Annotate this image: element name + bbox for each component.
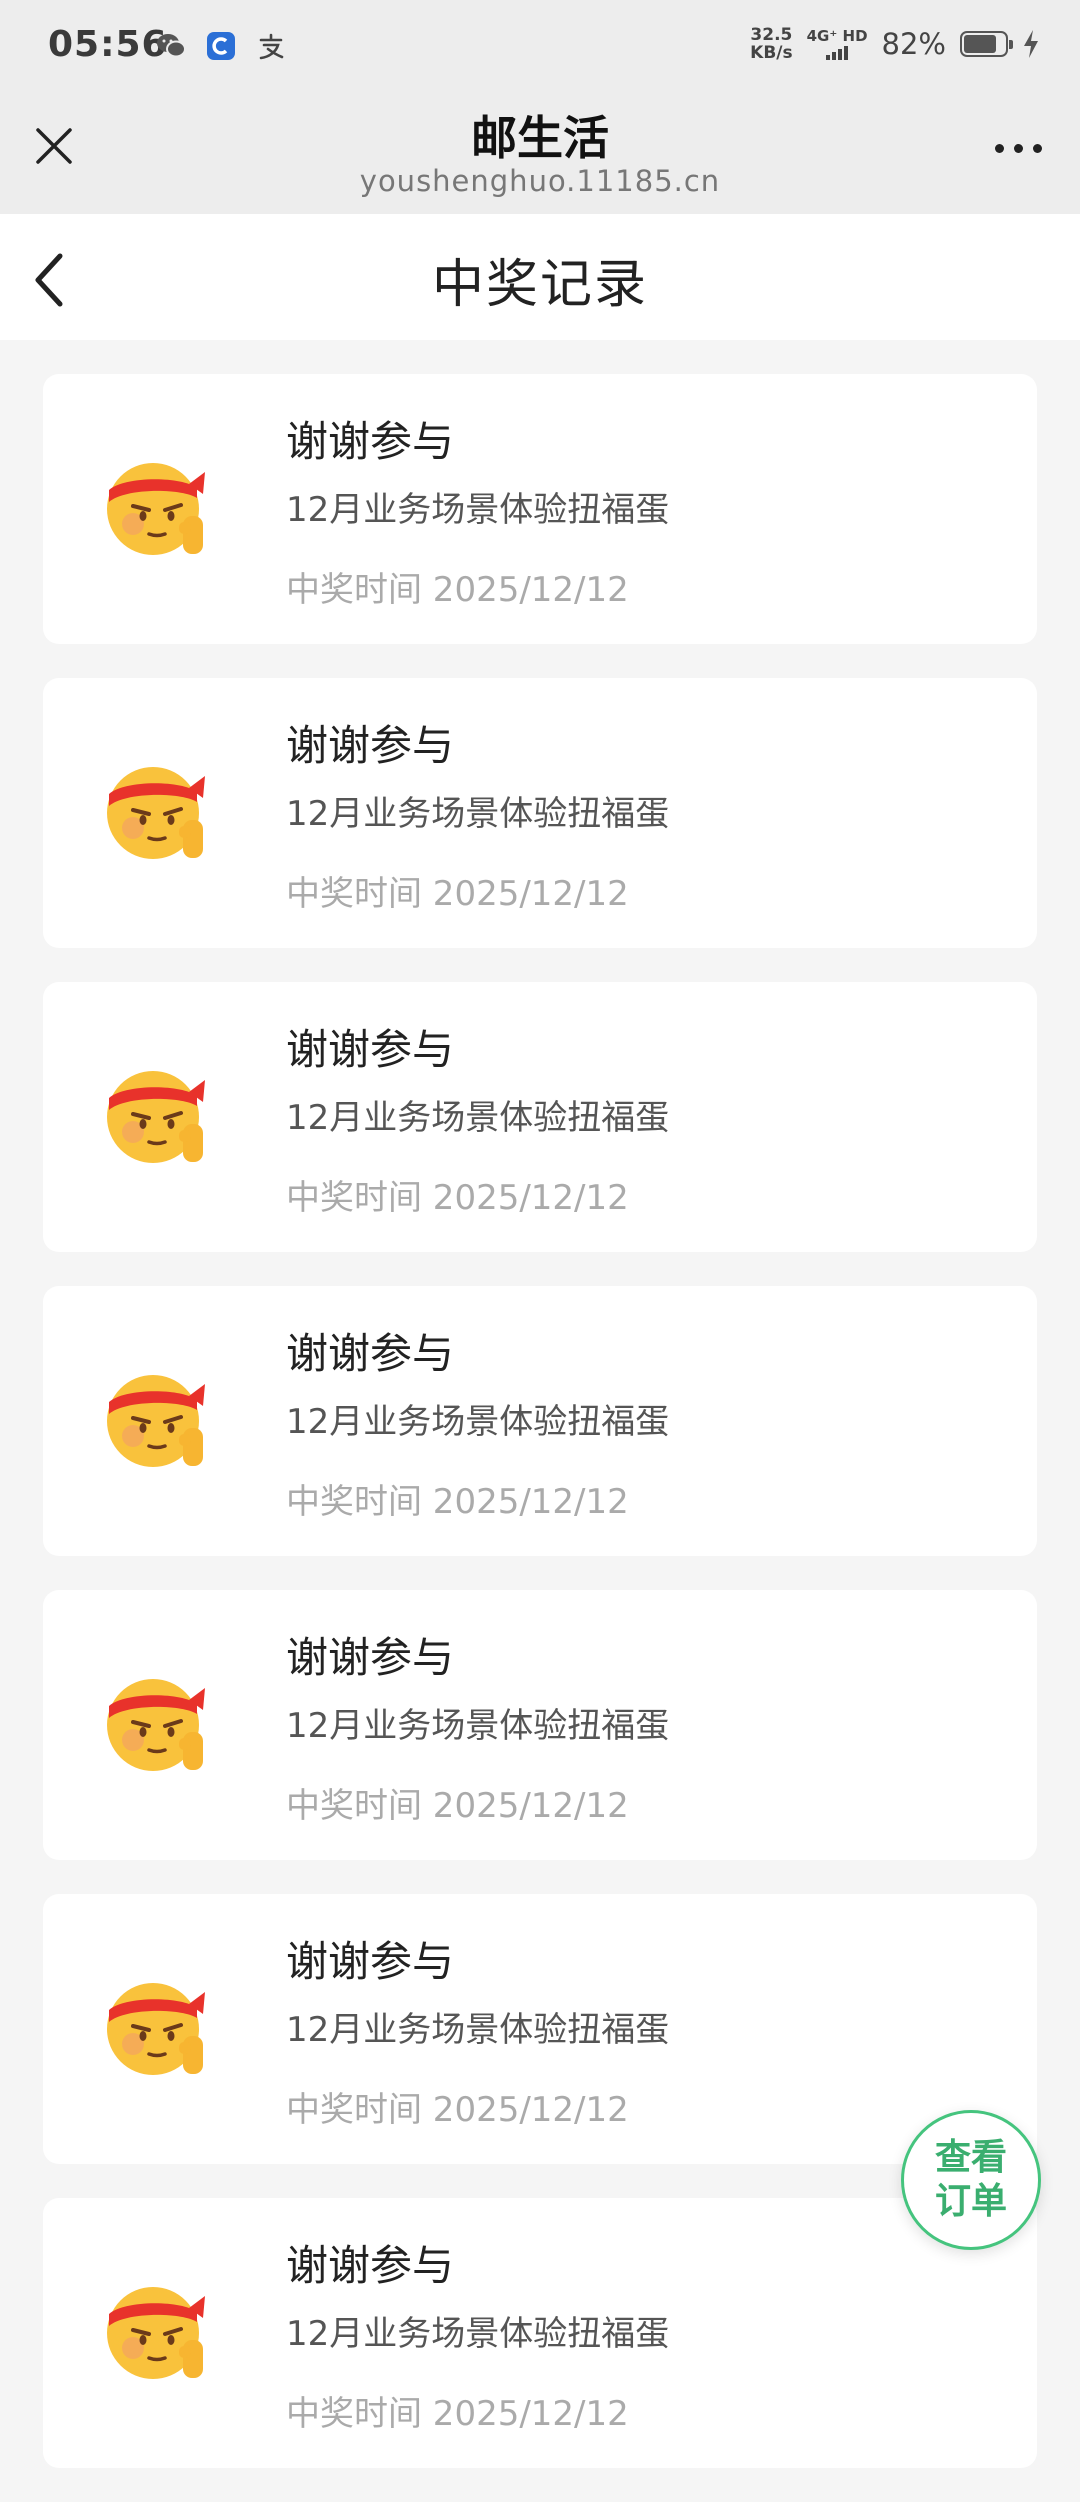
battery-fill: [964, 35, 997, 53]
prize-name: 谢谢参与: [286, 1937, 455, 1986]
browser-c-icon: [205, 30, 237, 62]
alipay-icon: [255, 30, 287, 62]
more-dot-icon: [1032, 143, 1042, 153]
status-bar: 05:56 32.5 KB/s 4G⁺ HD 82%: [0, 0, 1080, 100]
activity-name: 12月业务场景体验扭福蛋: [286, 2314, 670, 2354]
prize-name: 谢谢参与: [286, 2241, 455, 2290]
more-dot-icon: [1013, 143, 1023, 153]
mini-program-header: 邮生活 youshenghuo.11185.cn: [0, 100, 1080, 214]
prize-name: 谢谢参与: [286, 721, 455, 770]
fighting-emoji-icon: [107, 2287, 205, 2379]
net-speed: 32.5 KB/s: [750, 26, 792, 62]
activity-name: 12月业务场景体验扭福蛋: [286, 794, 670, 834]
prize-name: 谢谢参与: [286, 1633, 455, 1682]
mini-program-title: 邮生活: [471, 111, 609, 165]
view-orders-label-line1: 查看: [934, 2137, 1007, 2178]
prize-name: 谢谢参与: [286, 1329, 455, 1378]
view-orders-label-line2: 订单: [934, 2181, 1007, 2222]
fighting-emoji-icon: [107, 1983, 205, 2075]
record-card[interactable]: 谢谢参与 12月业务场景体验扭福蛋 中奖时间 2025/12/12: [43, 678, 1037, 948]
activity-name: 12月业务场景体验扭福蛋: [286, 1402, 670, 1442]
record-card[interactable]: 谢谢参与 12月业务场景体验扭福蛋 中奖时间 2025/12/12: [43, 374, 1037, 644]
status-right-group: 32.5 KB/s 4G⁺ HD 82%: [750, 26, 1040, 62]
activity-name: 12月业务场景体验扭福蛋: [286, 1098, 670, 1138]
win-time: 中奖时间 2025/12/12: [286, 874, 629, 914]
fighting-emoji-icon: [107, 767, 205, 859]
win-time: 中奖时间 2025/12/12: [286, 570, 629, 610]
signal-indicator: 4G⁺ HD: [807, 28, 868, 60]
fighting-emoji-icon: [107, 463, 205, 555]
battery-percent: 82%: [881, 27, 946, 61]
network-type: 4G⁺ HD: [806, 27, 868, 45]
charging-bolt-icon: [1024, 30, 1038, 58]
record-card[interactable]: 谢谢参与 12月业务场景体验扭福蛋 中奖时间 2025/12/12: [43, 1590, 1037, 1860]
page-title: 中奖记录: [431, 255, 648, 315]
prize-name: 谢谢参与: [286, 1025, 455, 1074]
win-time: 中奖时间 2025/12/12: [286, 2090, 629, 2130]
net-speed-unit: KB/s: [750, 43, 793, 63]
status-time: 05:56: [48, 24, 168, 65]
mini-program-url: youshenghuo.11185.cn: [359, 164, 721, 198]
more-dot-icon: [994, 143, 1004, 153]
fighting-emoji-icon: [107, 1679, 205, 1771]
record-list: 谢谢参与 12月业务场景体验扭福蛋 中奖时间 2025/12/12 谢谢参与 1…: [43, 374, 1037, 2502]
win-time: 中奖时间 2025/12/12: [286, 1786, 629, 1826]
win-time: 中奖时间 2025/12/12: [286, 2394, 629, 2434]
win-time: 中奖时间 2025/12/12: [286, 1178, 629, 1218]
battery-icon: [960, 31, 1013, 57]
record-card[interactable]: 谢谢参与 12月业务场景体验扭福蛋 中奖时间 2025/12/12: [43, 1894, 1037, 2164]
activity-name: 12月业务场景体验扭福蛋: [286, 490, 670, 530]
prize-name: 谢谢参与: [286, 417, 455, 466]
record-card[interactable]: 谢谢参与 12月业务场景体验扭福蛋 中奖时间 2025/12/12: [43, 982, 1037, 1252]
net-speed-value: 32.5: [750, 25, 793, 45]
win-time: 中奖时间 2025/12/12: [286, 1482, 629, 1522]
activity-name: 12月业务场景体验扭福蛋: [286, 2010, 670, 2050]
fighting-emoji-icon: [107, 1071, 205, 1163]
activity-name: 12月业务场景体验扭福蛋: [286, 1706, 670, 1746]
wechat-icon: [155, 30, 187, 62]
record-card[interactable]: 谢谢参与 12月业务场景体验扭福蛋 中奖时间 2025/12/12: [43, 2198, 1037, 2468]
more-options-button[interactable]: [986, 138, 1050, 158]
view-orders-button[interactable]: 查看 订单: [901, 2110, 1041, 2250]
record-card[interactable]: 谢谢参与 12月业务场景体验扭福蛋 中奖时间 2025/12/12: [43, 1286, 1037, 1556]
page-nav-bar: 中奖记录: [0, 214, 1080, 340]
signal-bars-icon: [826, 44, 849, 60]
status-app-icons: [155, 30, 287, 62]
fighting-emoji-icon: [107, 1375, 205, 1467]
